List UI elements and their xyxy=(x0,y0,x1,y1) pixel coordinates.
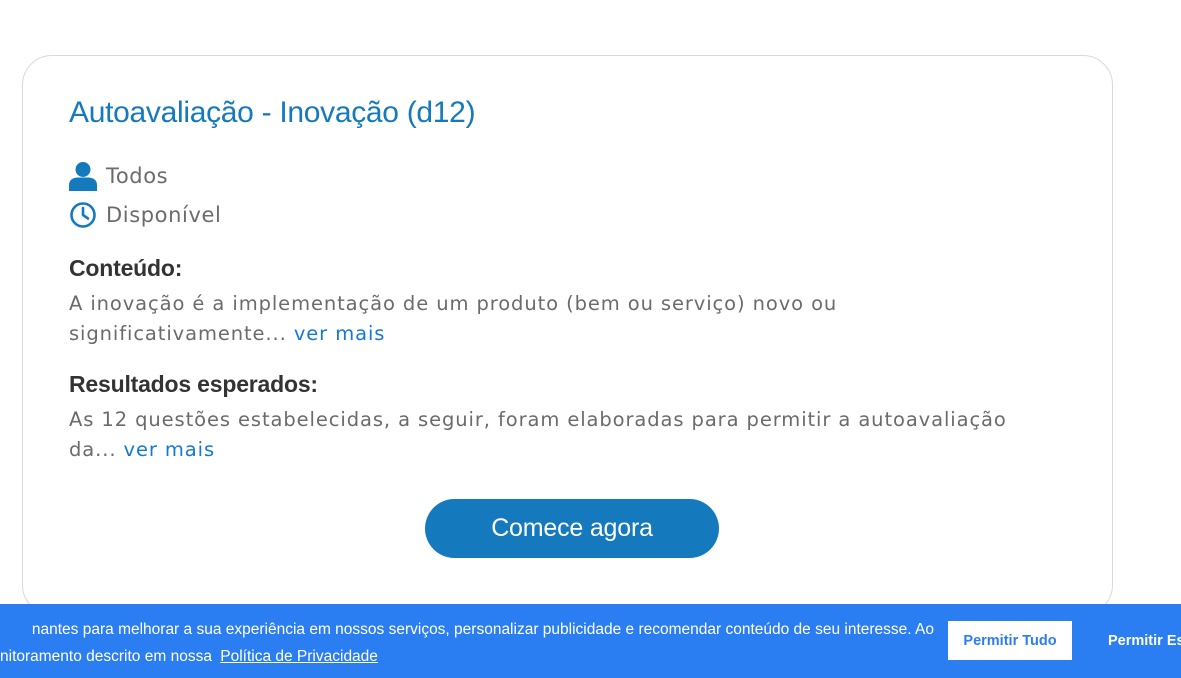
card-title[interactable]: Autoavaliação - Inovação (d12) xyxy=(69,96,476,130)
audience-row: Todos xyxy=(69,161,168,191)
allow-all-button[interactable]: Permitir Tudo xyxy=(948,621,1072,660)
results-heading: Resultados esperados: xyxy=(69,371,318,397)
cookie-text-line2-prefix: nitoramento descrito em nossa xyxy=(0,648,212,665)
status-label: Disponível xyxy=(106,203,222,227)
status-row: Disponível xyxy=(69,200,221,230)
cookie-banner: nantes para melhorar a sua experiência e… xyxy=(0,604,1181,678)
cookie-text-line2: nitoramento descrito em nossa Política d… xyxy=(0,643,934,670)
results-text: As 12 questões estabelecidas, a seguir, … xyxy=(69,405,1069,465)
content-text-line1: A inovação é a implementação de um produ… xyxy=(69,292,838,315)
clock-icon xyxy=(69,200,97,230)
privacy-policy-link[interactable]: Política de Privacidade xyxy=(220,648,378,665)
cookie-text: nantes para melhorar a sua experiência e… xyxy=(0,616,934,670)
results-text-line1: As 12 questões estabelecidas, a seguir, … xyxy=(69,408,1007,431)
content-text: A inovação é a implementação de um produ… xyxy=(69,289,1069,349)
assessment-card: Autoavaliação - Inovação (d12) Todos Dis… xyxy=(22,55,1113,615)
cookie-text-line1: nantes para melhorar a sua experiência e… xyxy=(31,621,934,638)
user-icon xyxy=(69,161,97,191)
content-more-link[interactable]: ver mais xyxy=(294,322,385,345)
audience-label: Todos xyxy=(106,164,169,188)
allow-essential-button[interactable]: Permitir Es xyxy=(1096,621,1181,660)
page: Autoavaliação - Inovação (d12) Todos Dis… xyxy=(0,0,1181,678)
content-heading: Conteúdo: xyxy=(69,255,183,281)
results-more-link[interactable]: ver mais xyxy=(124,438,215,461)
results-text-line2: da... xyxy=(69,438,117,461)
start-now-button[interactable]: Comece agora xyxy=(425,499,719,558)
content-text-line2: significativamente... xyxy=(69,322,287,345)
